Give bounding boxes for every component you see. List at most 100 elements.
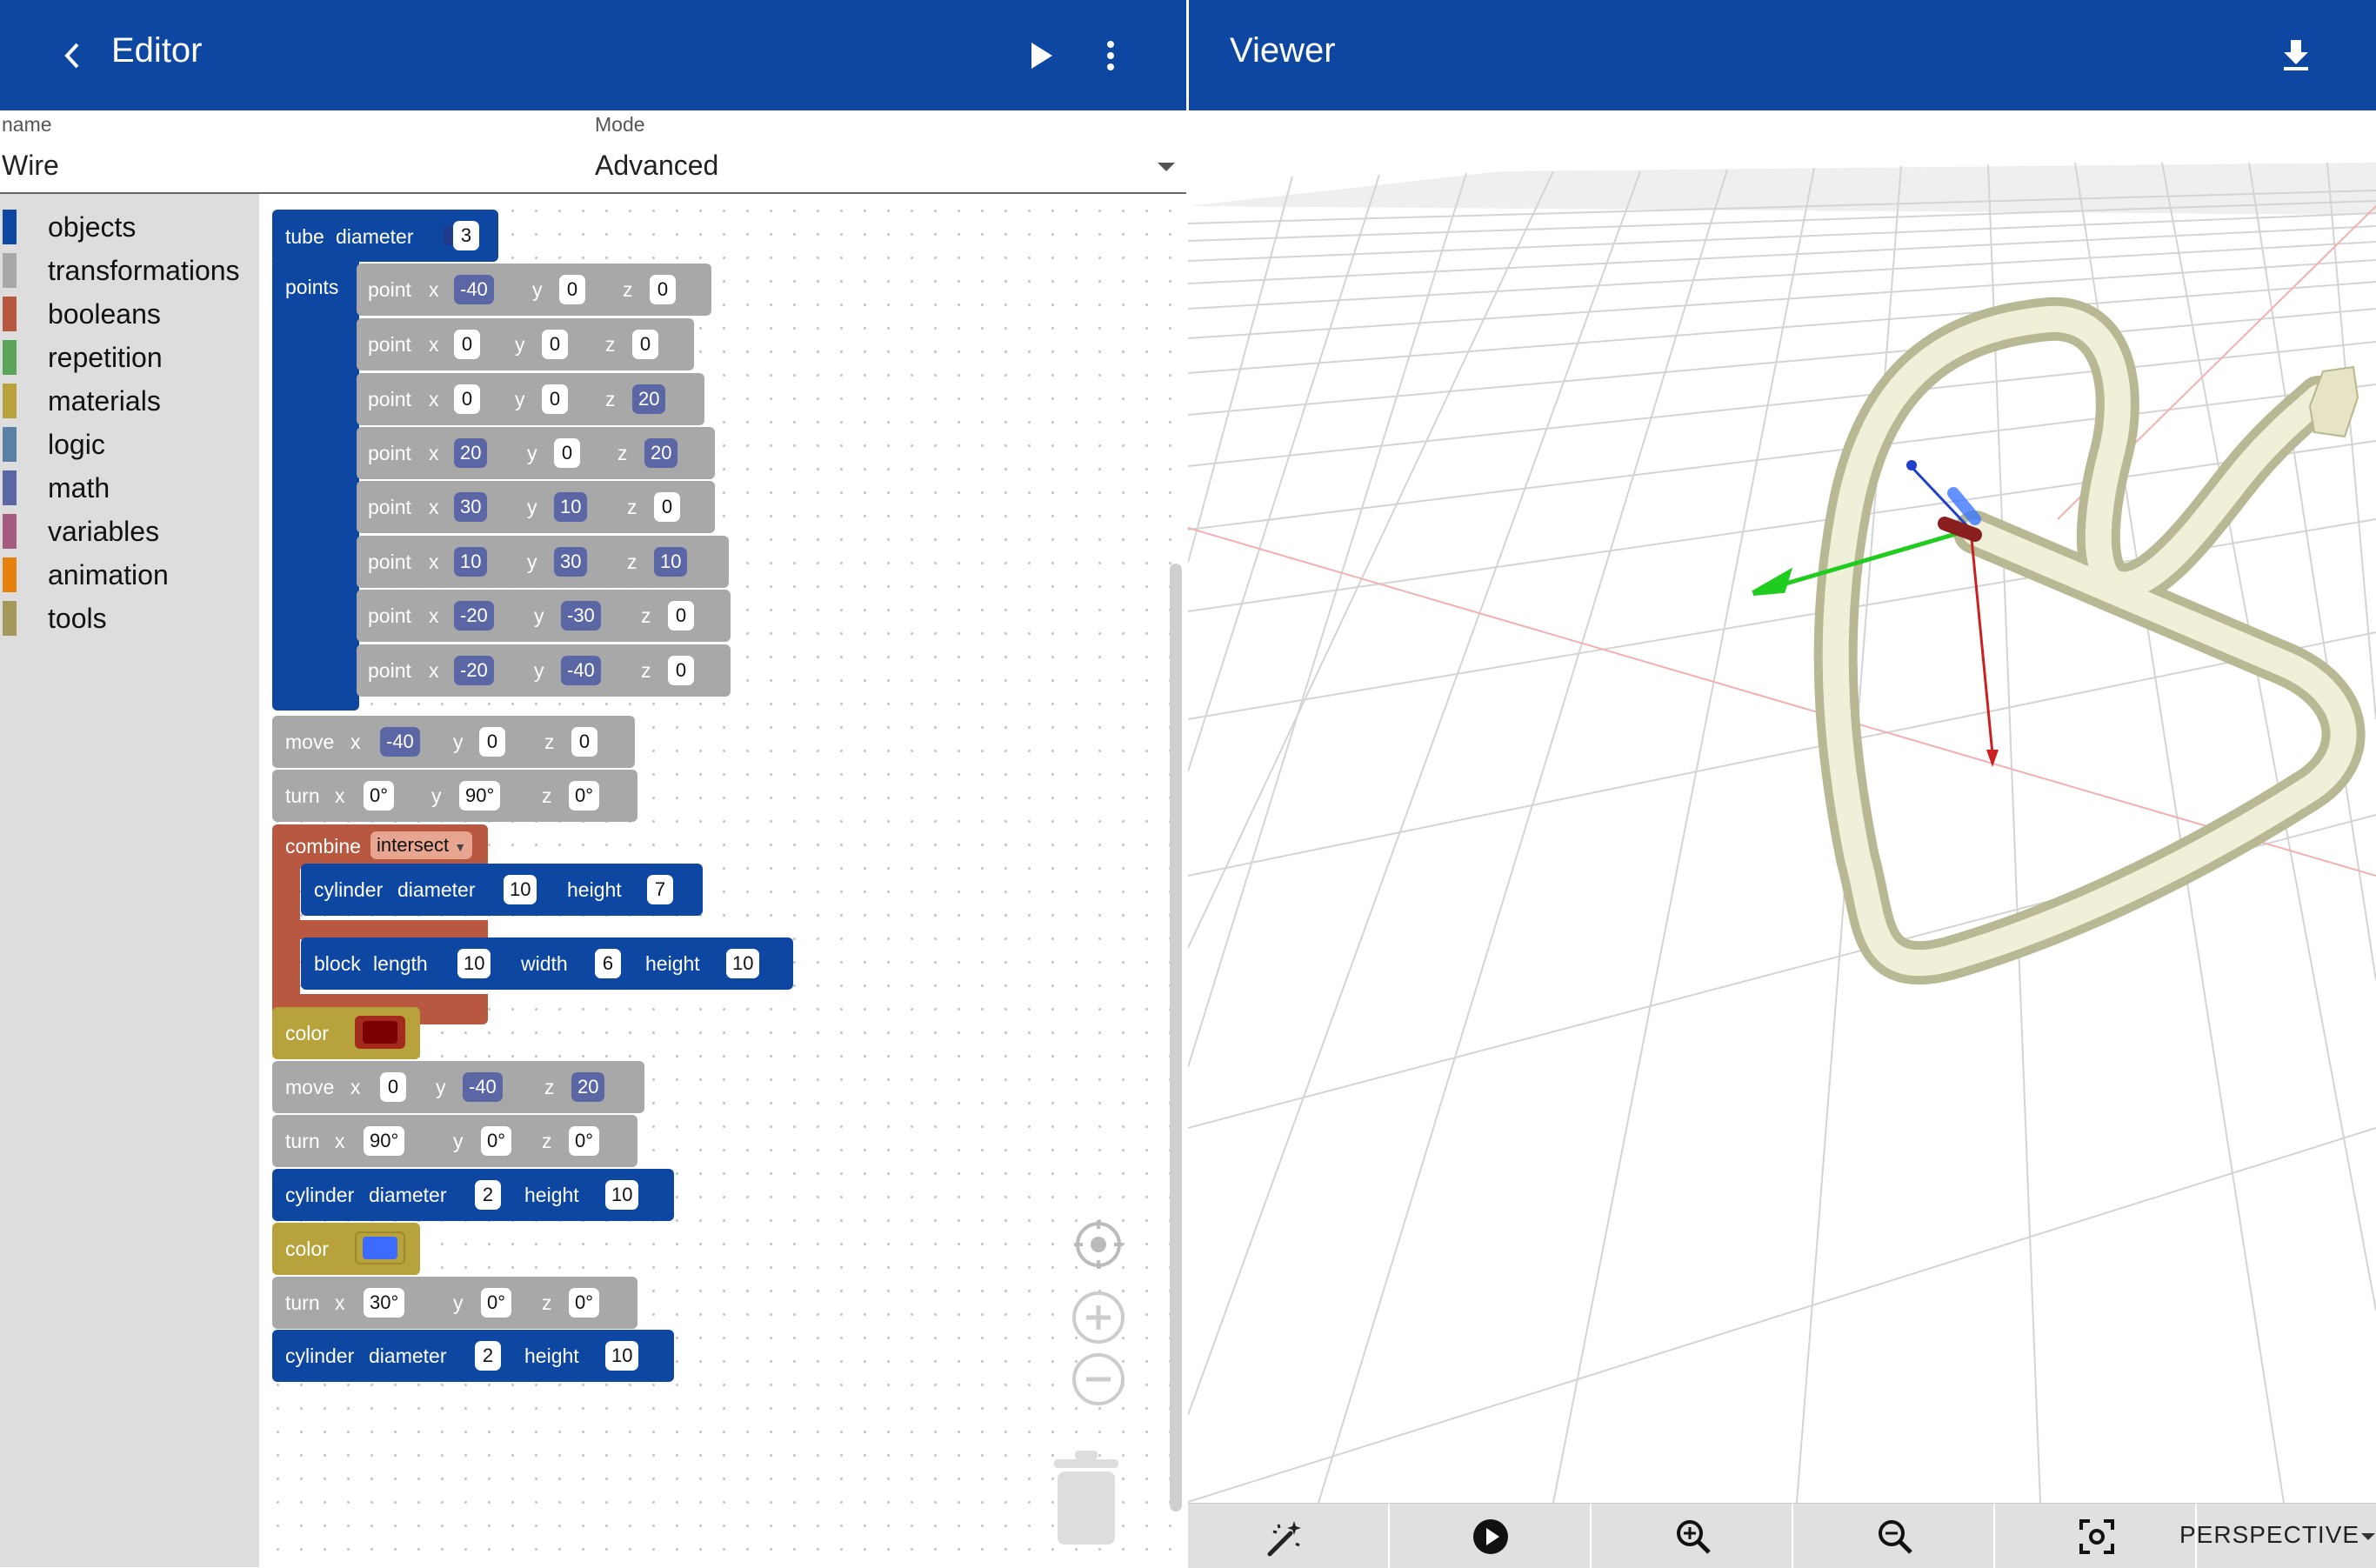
point-x-field[interactable]: 30 [454, 492, 488, 522]
point-y-field[interactable]: -40 [561, 656, 601, 685]
viewer-canvas[interactable] [1188, 110, 2376, 1503]
turn-z-field[interactable]: 0° [569, 1126, 600, 1156]
point-block[interactable]: point x 10 y 30 z 10 [357, 536, 729, 588]
point-block[interactable]: point x 0 y 0 z 0 [357, 318, 694, 370]
toolbox-item-logic[interactable]: logic [0, 424, 259, 462]
workspace-scrollbar[interactable] [1170, 564, 1182, 1511]
point-z-field[interactable]: 0 [632, 330, 658, 359]
magic-wand-button[interactable] [1188, 1504, 1390, 1568]
move-z-field[interactable]: 20 [571, 1072, 605, 1102]
tube-block[interactable]: tube diameter 3 [272, 210, 498, 262]
point-z-field[interactable]: 20 [644, 438, 678, 468]
play-icon[interactable] [1030, 41, 1054, 70]
point-z-field[interactable]: 0 [654, 492, 680, 522]
color-block[interactable]: color [272, 1007, 420, 1059]
toolbox-item-repetition[interactable]: repetition [0, 337, 259, 375]
point-block[interactable]: point x 0 y 0 z 20 [357, 373, 704, 425]
point-block[interactable]: point x 30 y 10 z 0 [357, 481, 715, 533]
blocks-workspace[interactable]: tube diameter 3 points point x -40 y 0 z… [259, 194, 1188, 1567]
turn-y-field[interactable]: 0° [481, 1126, 512, 1156]
move-y-field[interactable]: -40 [463, 1072, 503, 1102]
toolbox-item-materials[interactable]: materials [0, 380, 259, 418]
block-width-field[interactable]: 6 [595, 949, 621, 978]
turn-block[interactable]: turn x 90° y 0° z 0° [272, 1115, 637, 1167]
point-y-field[interactable]: 30 [554, 547, 588, 577]
color-swatch-blue[interactable] [355, 1231, 405, 1264]
point-z-field[interactable]: 0 [668, 656, 694, 685]
zoom-out-button[interactable] [1793, 1504, 1995, 1568]
cylinder-height-field[interactable]: 10 [605, 1180, 639, 1210]
zoom-in-button[interactable] [1592, 1504, 1793, 1568]
toolbox-item-math[interactable]: math [0, 467, 259, 505]
turn-block[interactable]: turn x 0° y 90° z 0° [272, 770, 637, 822]
download-icon[interactable] [2282, 38, 2310, 71]
point-z-field[interactable]: 0 [668, 601, 694, 631]
point-x-field[interactable]: -40 [454, 275, 494, 304]
recenter-icon[interactable] [1072, 1218, 1125, 1271]
turn-x-field[interactable]: 0° [364, 781, 395, 811]
back-icon[interactable] [63, 42, 82, 70]
point-x-field[interactable]: 20 [454, 438, 488, 468]
move-y-field[interactable]: 0 [479, 727, 505, 757]
point-z-field[interactable]: 0 [650, 275, 676, 304]
block-height-field[interactable]: 10 [726, 949, 760, 978]
move-x-field[interactable]: -40 [380, 727, 420, 757]
move-x-field[interactable]: 0 [380, 1072, 406, 1102]
toolbox-item-variables[interactable]: variables [0, 510, 259, 549]
point-block[interactable]: point x -20 y -40 z 0 [357, 644, 731, 697]
cylinder-diameter-field[interactable]: 10 [504, 875, 537, 904]
toolbox-item-animation[interactable]: animation [0, 554, 259, 592]
point-block[interactable]: point x -20 y -30 z 0 [357, 590, 731, 642]
turn-x-field[interactable]: 90° [364, 1126, 405, 1156]
combine-operation-dropdown[interactable]: intersect ▼ [370, 831, 473, 859]
chevron-down-icon[interactable] [1157, 162, 1176, 172]
mode-select[interactable]: Advanced [595, 150, 718, 182]
cylinder-diameter-field[interactable]: 2 [475, 1180, 501, 1210]
fit-view-button[interactable] [1995, 1504, 2197, 1568]
cylinder-block[interactable]: cylinder diameter 2 height 10 [272, 1330, 674, 1382]
cylinder-block[interactable]: cylinder diameter 10 height 7 [301, 864, 703, 916]
point-block[interactable]: point x 20 y 0 z 20 [357, 427, 715, 479]
point-x-field[interactable]: -20 [454, 656, 494, 685]
cylinder-height-field[interactable]: 10 [605, 1341, 639, 1371]
more-vert-icon[interactable] [1105, 40, 1117, 71]
point-z-field[interactable]: 20 [632, 384, 666, 414]
trash-icon[interactable] [1049, 1449, 1124, 1546]
toolbox-item-tools[interactable]: tools [0, 597, 259, 636]
tube-diameter-field[interactable]: 3 [453, 221, 479, 250]
turn-y-field[interactable]: 0° [481, 1288, 512, 1318]
projection-select[interactable]: PERSPECTIVE [2179, 1504, 2376, 1568]
turn-block[interactable]: turn x 30° y 0° z 0° [272, 1277, 637, 1329]
turn-y-field[interactable]: 90° [459, 781, 501, 811]
turn-z-field[interactable]: 0° [569, 1288, 600, 1318]
point-x-field[interactable]: -20 [454, 601, 494, 631]
combine-block[interactable]: combine intersect ▼ [272, 824, 488, 868]
move-z-field[interactable]: 0 [571, 727, 597, 757]
color-block[interactable]: color [272, 1223, 420, 1275]
zoom-in-icon[interactable] [1071, 1290, 1126, 1345]
cylinder-block[interactable]: cylinder diameter 2 height 10 [272, 1169, 674, 1221]
point-y-field[interactable]: 0 [554, 438, 580, 468]
point-y-field[interactable]: 0 [542, 330, 568, 359]
name-field[interactable]: Wire [2, 150, 59, 182]
scene-3d[interactable] [1188, 110, 2376, 1503]
turn-z-field[interactable]: 0° [569, 781, 600, 811]
cylinder-height-field[interactable]: 7 [647, 875, 673, 904]
toolbox-item-booleans[interactable]: booleans [0, 293, 259, 331]
point-y-field[interactable]: 0 [559, 275, 585, 304]
turn-x-field[interactable]: 30° [364, 1288, 405, 1318]
point-x-field[interactable]: 0 [454, 330, 480, 359]
point-z-field[interactable]: 10 [654, 547, 688, 577]
zoom-out-icon[interactable] [1071, 1351, 1126, 1407]
play-animation-button[interactable] [1390, 1504, 1592, 1568]
toolbox-item-objects[interactable]: objects [0, 206, 259, 244]
point-block[interactable]: point x -40 y 0 z 0 [357, 264, 711, 316]
color-swatch-dark-red[interactable] [355, 1016, 405, 1049]
cylinder-diameter-field[interactable]: 2 [475, 1341, 501, 1371]
block-length-field[interactable]: 10 [457, 949, 491, 978]
point-x-field[interactable]: 0 [454, 384, 480, 414]
block-block[interactable]: block length 10 width 6 height 10 [301, 937, 793, 990]
point-y-field[interactable]: 10 [554, 492, 588, 522]
move-block[interactable]: move x 0 y -40 z 20 [272, 1061, 644, 1113]
point-y-field[interactable]: 0 [542, 384, 568, 414]
